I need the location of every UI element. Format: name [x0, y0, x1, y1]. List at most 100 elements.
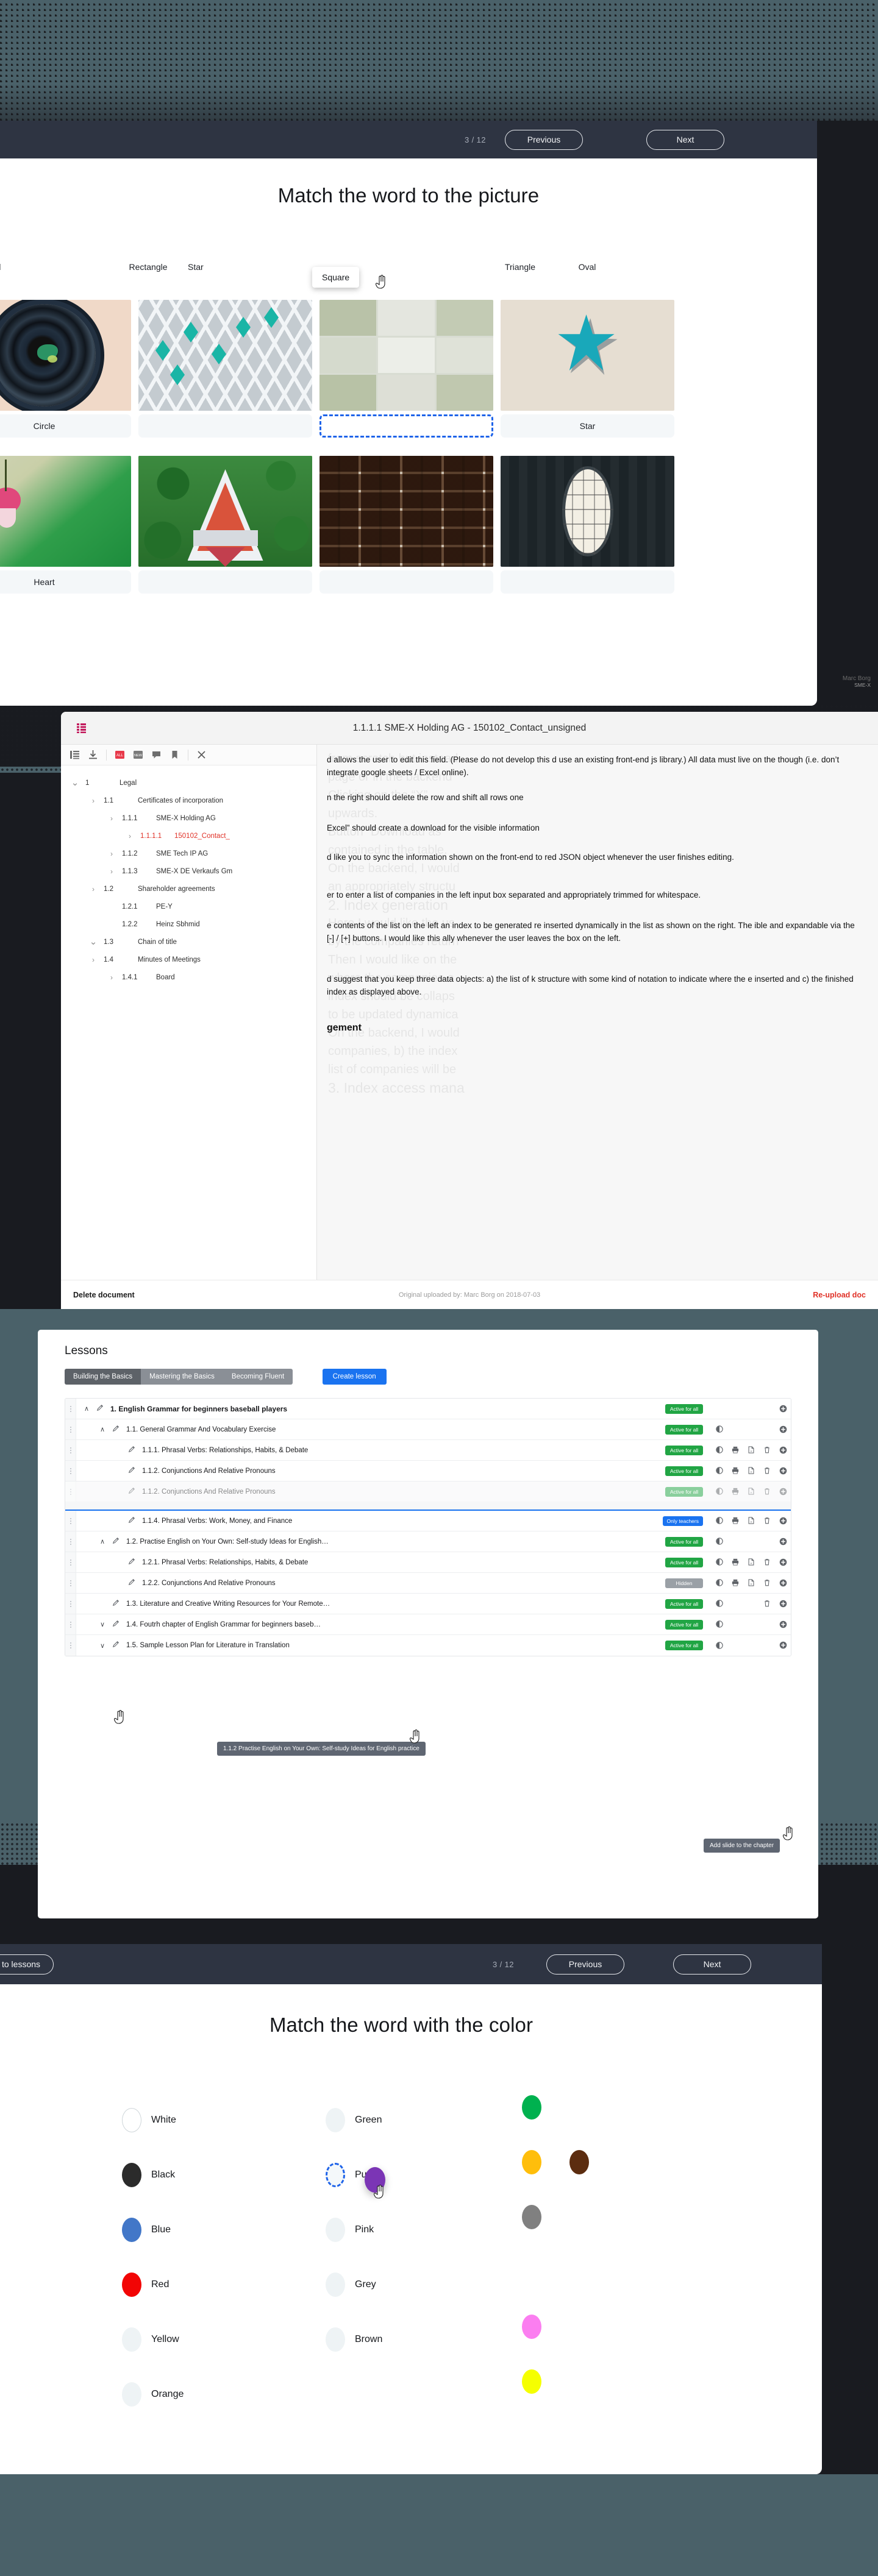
chevron-right-icon[interactable]: › — [107, 814, 116, 823]
trash-icon[interactable] — [759, 1557, 775, 1568]
eye-icon[interactable] — [712, 1445, 727, 1456]
color-slot-purple[interactable] — [326, 2163, 345, 2187]
drag-handle[interactable] — [65, 1511, 76, 1531]
word-bank-diamond[interactable]: ond — [0, 262, 109, 272]
compare-icon[interactable] — [151, 750, 162, 760]
color-slot-white[interactable] — [122, 2108, 141, 2132]
edit-pencil-icon[interactable] — [109, 1424, 123, 1435]
trash-icon[interactable] — [759, 1445, 775, 1456]
reupload-document-button[interactable]: Re-upload doc — [813, 1291, 866, 1299]
print-icon[interactable] — [727, 1445, 743, 1456]
picture-cell-heart[interactable]: Heart — [0, 456, 131, 594]
lesson-row[interactable]: 1.2.1. Phrasal Verbs: Relationships, Hab… — [65, 1552, 791, 1573]
color-slot-orange[interactable] — [122, 2382, 141, 2407]
drag-handle[interactable] — [65, 1481, 76, 1502]
drag-handle[interactable] — [65, 1614, 76, 1634]
drop-slot-oval[interactable] — [501, 570, 674, 594]
tree-row[interactable]: 1.2.1 PE-Y — [61, 898, 316, 915]
picture-cell-oval[interactable] — [501, 456, 674, 594]
create-lesson-button[interactable]: Create lesson — [322, 1369, 387, 1385]
tree-row[interactable]: › 1.2 Shareholder agreements — [61, 880, 316, 898]
pdf-icon[interactable]: A — [743, 1445, 759, 1456]
add-icon[interactable] — [775, 1557, 791, 1568]
drop-slot-star[interactable]: Star — [501, 414, 674, 438]
edit-pencil-icon[interactable] — [125, 1486, 138, 1497]
add-icon[interactable] — [775, 1403, 791, 1414]
print-icon[interactable] — [727, 1516, 743, 1527]
dragged-color-oval[interactable] — [365, 2167, 385, 2193]
tree-row[interactable]: › 1.4.1 Board — [61, 968, 316, 986]
print-icon[interactable] — [727, 1486, 743, 1497]
drag-handle[interactable] — [65, 1419, 76, 1439]
eye-icon[interactable] — [712, 1424, 727, 1435]
drag-handle[interactable] — [65, 1399, 76, 1419]
edit-pencil-icon[interactable] — [125, 1516, 138, 1527]
lesson-row[interactable]: ∧ 1. English Grammar for beginners baseba… — [65, 1399, 791, 1419]
palette-color-pink[interactable] — [522, 2315, 541, 2339]
color-slot-blue[interactable] — [122, 2218, 141, 2242]
color-next-button[interactable]: Next — [673, 1954, 751, 1975]
add-icon[interactable] — [775, 1536, 791, 1547]
chevron-right-icon[interactable]: › — [107, 850, 116, 858]
tab-building-the-basics[interactable]: Building the Basics — [65, 1369, 141, 1385]
new-pages-icon[interactable]: NEW — [133, 750, 143, 760]
add-icon[interactable] — [775, 1516, 791, 1527]
trash-icon[interactable] — [759, 1466, 775, 1477]
drag-handle[interactable] — [65, 1552, 76, 1572]
print-icon[interactable] — [727, 1578, 743, 1589]
eye-icon[interactable] — [712, 1466, 727, 1477]
drop-slot-circle[interactable]: Circle — [0, 414, 131, 438]
lesson-row[interactable]: 1.2.2. Conjunctions And Relative Pronoun… — [65, 1573, 791, 1594]
pdf-icon[interactable]: A — [743, 1578, 759, 1589]
eye-icon[interactable] — [712, 1619, 727, 1630]
tree-row[interactable]: › 1.1.3 SME-X DE Verkaufs Gm — [61, 862, 316, 880]
drag-handle[interactable] — [65, 1440, 76, 1460]
picture-cell-circle[interactable]: Circle — [0, 300, 131, 438]
drag-handle[interactable] — [65, 1594, 76, 1614]
color-slot-red[interactable] — [122, 2273, 141, 2297]
color-slot-brown[interactable] — [326, 2327, 345, 2352]
drop-slot-triangle[interactable] — [138, 570, 312, 594]
list-view-icon[interactable] — [70, 750, 80, 760]
previous-button[interactable]: Previous — [505, 129, 583, 150]
color-slot-yellow[interactable] — [122, 2327, 141, 2352]
eye-icon[interactable] — [712, 1640, 727, 1651]
color-slot-pink[interactable] — [326, 2218, 345, 2242]
eye-icon[interactable] — [712, 1578, 727, 1589]
drag-handle[interactable] — [65, 1531, 76, 1552]
add-icon[interactable] — [775, 1640, 791, 1651]
add-icon[interactable] — [775, 1424, 791, 1435]
download-icon[interactable] — [88, 750, 98, 760]
chevron-up-icon[interactable]: ∧ — [80, 1405, 93, 1413]
add-icon[interactable] — [775, 1445, 791, 1456]
tree-row[interactable]: ⌄ 1 Legal — [61, 774, 316, 792]
picture-cell-square[interactable] — [319, 300, 493, 438]
edit-pencil-icon[interactable] — [125, 1557, 138, 1568]
chevron-right-icon[interactable]: › — [89, 797, 98, 805]
add-icon[interactable] — [775, 1578, 791, 1589]
color-slot-green[interactable] — [326, 2108, 345, 2132]
chevron-right-icon[interactable]: › — [89, 885, 98, 893]
eye-icon[interactable] — [712, 1486, 727, 1497]
drop-slot-rectangle[interactable] — [319, 570, 493, 594]
eye-icon[interactable] — [712, 1557, 727, 1568]
word-bank-star[interactable]: Star — [188, 262, 255, 272]
dragged-word-chip[interactable]: Square — [312, 267, 360, 288]
trash-icon[interactable] — [759, 1598, 775, 1609]
pdf-icon[interactable]: A — [743, 1486, 759, 1497]
eye-icon[interactable] — [712, 1598, 727, 1609]
tree-row[interactable]: › 1.1.2 SME Tech IP AG — [61, 845, 316, 862]
pdf-icon[interactable]: A — [743, 1466, 759, 1477]
word-bank-triangle[interactable]: Triangle — [487, 262, 554, 272]
palette-color-bright-yellow[interactable] — [522, 2369, 541, 2394]
tab-becoming-fluent[interactable]: Becoming Fluent — [223, 1369, 293, 1385]
add-icon[interactable] — [775, 1598, 791, 1609]
drag-handle[interactable] — [65, 1461, 76, 1481]
print-icon[interactable] — [727, 1466, 743, 1477]
palette-color-brown[interactable] — [569, 2150, 589, 2174]
edit-pencil-icon[interactable] — [125, 1466, 138, 1477]
word-bank-oval[interactable]: Oval — [554, 262, 621, 272]
eye-icon[interactable] — [712, 1516, 727, 1527]
lesson-row[interactable]: 1.1.2. Conjunctions And Relative Pronoun… — [65, 1461, 791, 1481]
chevron-down-icon[interactable]: ∨ — [96, 1642, 109, 1650]
